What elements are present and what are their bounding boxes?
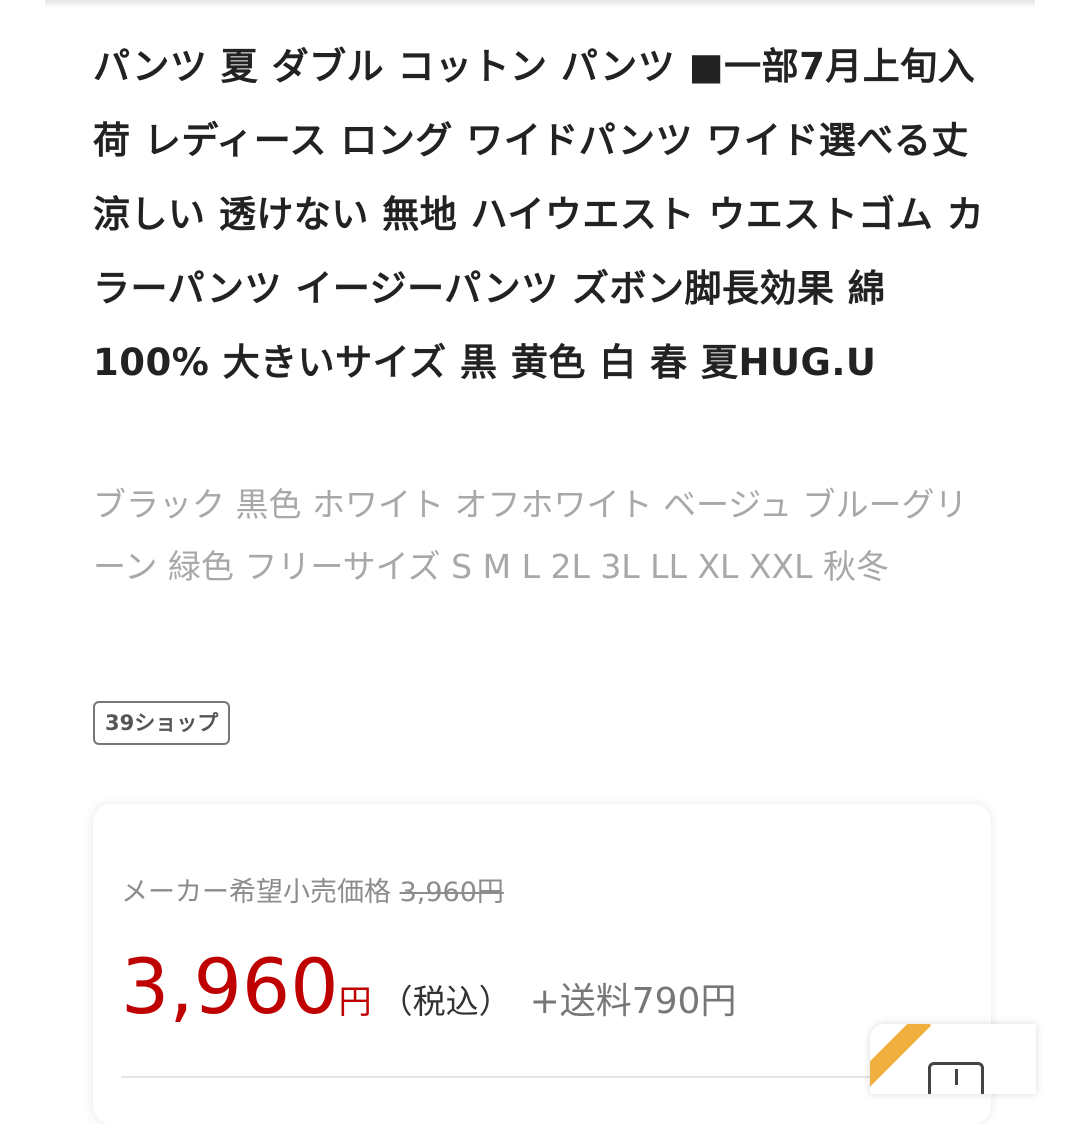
bag-icon[interactable] <box>928 1062 984 1094</box>
price-card: メーカー希望小売価格 3,960円 3,960円 （税込） +送料790円 <box>93 804 991 1124</box>
tax-note: （税込） <box>379 982 512 1021</box>
card-divider <box>121 1076 963 1078</box>
list-price-row: メーカー希望小売価格 3,960円 <box>121 870 504 909</box>
sale-price: 3,960 <box>121 942 339 1031</box>
product-title: パンツ 夏 ダブル コットン パンツ ■一部7月上旬入荷 レディース ロング ワ… <box>93 45 985 384</box>
widget-ribbon <box>870 1024 932 1090</box>
sale-price-row: 3,960円 （税込） +送料790円 <box>121 942 736 1032</box>
product-subtitle: ブラック 黒色 ホワイト オフホワイト ベージュ ブルーグリーン 緑色 フリーサ… <box>93 485 968 586</box>
shipping-fee: +送料790円 <box>529 981 737 1022</box>
sale-price-yen: 円 <box>338 982 372 1021</box>
list-price-label: メーカー希望小売価格 <box>121 877 391 908</box>
floating-cart-widget[interactable] <box>870 1024 1036 1094</box>
top-edge-shadow <box>45 0 1035 8</box>
list-price-value: 3,960円 <box>399 877 504 908</box>
shop-badge[interactable]: 39ショップ <box>93 701 231 745</box>
